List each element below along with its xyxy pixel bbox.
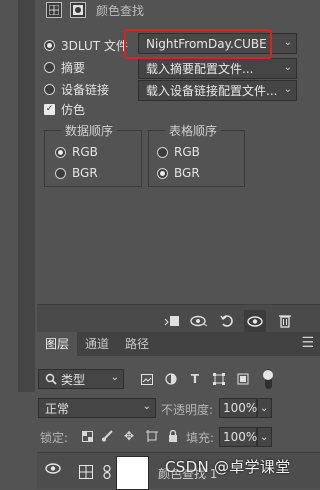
data-bgr-label: BGR — [72, 166, 98, 180]
layers-tabs: 图层 通道 路径 — [37, 332, 320, 356]
data-order-rgb[interactable]: RGB — [55, 143, 98, 161]
data-order-title: 数据顺序 — [61, 122, 118, 139]
filter-type-icon[interactable]: T — [186, 370, 204, 388]
layer-visibility-eye-icon[interactable] — [45, 463, 61, 478]
lock-all-icon[interactable] — [164, 427, 182, 445]
layer-filter-select[interactable]: 类型 ⌄ — [38, 369, 124, 389]
fill-input[interactable]: 100% — [219, 427, 257, 447]
table-order-title: 表格顺序 — [165, 122, 222, 139]
data-order-bgr[interactable]: BGR — [55, 164, 98, 182]
chevron-down-icon: ⌄ — [260, 431, 269, 443]
chevron-down-icon: ⌄ — [283, 62, 292, 73]
radio-table-bgr[interactable] — [157, 167, 168, 179]
adjustment-grid-icon[interactable] — [46, 2, 62, 18]
chevron-down-icon: ⌄ — [283, 37, 292, 48]
scrollbar-thumb[interactable] — [18, 0, 35, 392]
search-icon — [45, 373, 57, 385]
opacity-value: 100% — [223, 401, 258, 415]
blend-mode-value: 正常 — [45, 401, 70, 416]
table-order-bgr[interactable]: BGR — [157, 164, 200, 182]
table-bgr-label: BGR — [174, 166, 200, 180]
lock-pixels-brush-icon[interactable] — [98, 427, 116, 445]
chevron-down-icon: ⌄ — [142, 401, 151, 412]
dither-checkbox[interactable]: ✓ — [44, 103, 55, 115]
radio-data-rgb[interactable] — [55, 146, 66, 158]
adjustment-layer-grid-icon — [79, 465, 93, 482]
filter-toggle-switch[interactable] — [262, 369, 274, 389]
filter-smart-object-icon[interactable] — [234, 370, 252, 388]
option-device-link[interactable]: 设备链接 — [44, 80, 109, 98]
radio-3dlut[interactable] — [44, 39, 55, 51]
radio-table-rgb[interactable] — [157, 146, 168, 158]
panel-menu-icon[interactable]: ☰ — [301, 335, 314, 351]
filter-shape-icon[interactable] — [210, 370, 228, 388]
blend-mode-select[interactable]: 正常 ⌄ — [38, 398, 156, 418]
filter-kind-label: 类型 — [61, 372, 86, 387]
lock-artboard-icon[interactable] — [143, 427, 161, 445]
chain-link-icon[interactable] — [103, 464, 111, 482]
data-order-group: 数据顺序 RGB BGR — [44, 122, 142, 187]
reset-adjustment-icon[interactable] — [216, 310, 238, 332]
lock-position-move-icon[interactable]: ✥ — [120, 427, 138, 445]
filter-pixel-icon[interactable] — [138, 370, 156, 388]
properties-toolbar — [37, 304, 320, 332]
data-rgb-label: RGB — [72, 145, 98, 159]
option-abstract-label: 摘要 — [61, 60, 86, 75]
radio-device-link[interactable] — [44, 83, 55, 95]
option-abstract[interactable]: 摘要 — [44, 58, 85, 76]
tab-channels[interactable]: 通道 — [77, 332, 117, 356]
opacity-dropdown[interactable]: ⌄ — [257, 398, 272, 418]
tab-layers[interactable]: 图层 — [37, 332, 78, 356]
view-previous-state-icon[interactable] — [188, 310, 210, 332]
table-order-rgb[interactable]: RGB — [157, 143, 200, 161]
radio-abstract[interactable] — [44, 61, 55, 73]
dither-label: 仿色 — [61, 102, 86, 117]
filter-adjustment-icon[interactable] — [162, 370, 180, 388]
properties-header: 颜色查找 — [46, 0, 144, 20]
abstract-profile-value: 载入摘要配置文件... — [146, 62, 254, 76]
chevron-down-icon: ⌄ — [283, 84, 292, 95]
device-link-select[interactable]: 载入设备链接配置文件... ⌄ — [138, 80, 297, 101]
option-3dlut-label: 3DLUT 文件 — [61, 38, 128, 53]
mask-icon[interactable] — [70, 2, 86, 18]
device-link-value: 载入设备链接配置文件... — [146, 84, 278, 98]
layer-mask-thumbnail[interactable] — [116, 456, 149, 490]
trash-icon[interactable] — [274, 310, 296, 332]
lock-label: 锁定: — [40, 431, 69, 445]
radio-data-bgr[interactable] — [55, 167, 66, 179]
option-3dlut[interactable]: 3DLUT 文件 — [44, 36, 128, 54]
clip-to-layer-icon[interactable] — [161, 310, 183, 332]
watermark: CSDN @卓学课堂 — [165, 458, 291, 476]
option-device-link-label: 设备链接 — [61, 82, 110, 97]
table-rgb-label: RGB — [174, 145, 200, 159]
properties-title: 颜色查找 — [96, 3, 145, 18]
option-dither[interactable]: ✓ 仿色 — [44, 100, 85, 118]
fill-dropdown[interactable]: ⌄ — [257, 427, 272, 447]
abstract-profile-select[interactable]: 载入摘要配置文件... ⌄ — [138, 58, 297, 79]
toggle-visibility-icon[interactable] — [244, 310, 266, 332]
opacity-label: 不透明度: — [161, 403, 214, 417]
tab-paths[interactable]: 路径 — [117, 332, 157, 356]
opacity-input[interactable]: 100% — [219, 398, 257, 418]
chevron-down-icon: ⌄ — [260, 402, 269, 414]
red-highlight-box — [124, 29, 272, 59]
fill-value: 100% — [223, 430, 258, 444]
table-order-group: 表格顺序 RGB BGR — [148, 122, 245, 187]
lock-transparency-icon[interactable] — [78, 427, 96, 445]
fill-label: 填充: — [186, 431, 215, 445]
chevron-down-icon: ⌄ — [110, 372, 119, 383]
